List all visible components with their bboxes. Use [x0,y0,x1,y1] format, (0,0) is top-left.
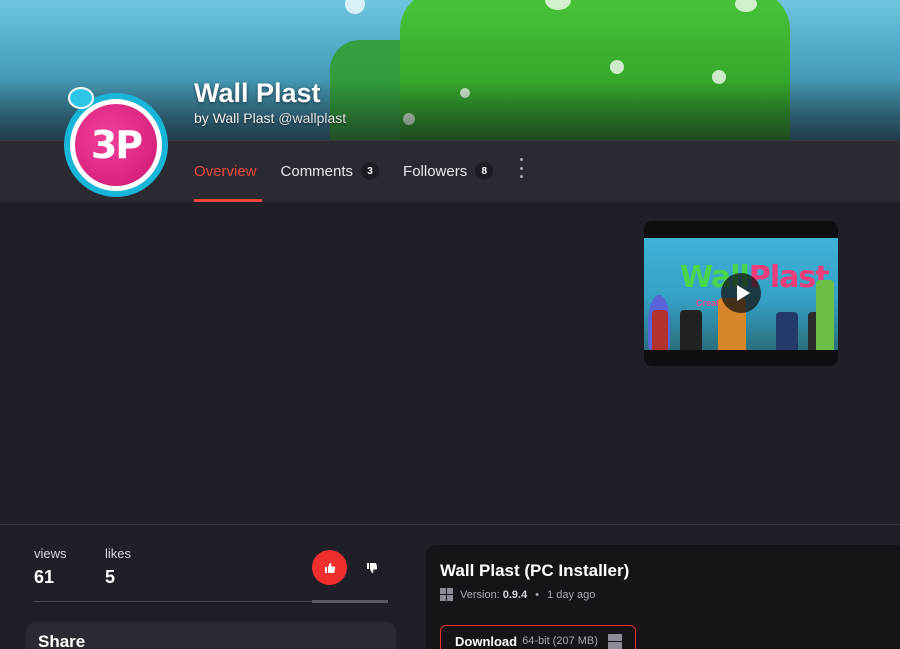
tab-label: Followers [403,162,468,180]
views-stat: views 61 [34,546,67,588]
likes-label: likes [105,546,132,561]
tab-label: Comments [280,162,354,180]
tab-comments[interactable]: Comments 3 [281,140,380,202]
views-count: 61 [34,567,55,587]
version-label: Version: [460,588,500,601]
likes-count: 5 [105,567,116,587]
version-value: 0.9.4 [502,588,528,601]
followers-count-badge: 8 [475,162,494,180]
play-icon[interactable] [721,273,761,313]
download-label: Download [455,633,518,649]
likes-stat: likes 5 [105,546,131,588]
download-button[interactable]: Download 64-bit (207 MB) [440,625,636,649]
stats-underline [34,601,312,602]
comments-count-badge: 3 [361,162,380,180]
tab-label: Overview [194,162,257,180]
mascot-icon [68,87,94,109]
file-title: Wall Plast (PC Installer) [440,561,630,580]
project-title: Wall Plast [194,78,321,108]
tab-overview[interactable]: Overview [194,140,261,202]
project-byline: by Wall Plast @wallplast [194,110,346,126]
like-ratio-bar [312,600,388,603]
video-thumbnail[interactable]: WallPlast Creat play [644,221,838,366]
project-tabs: Overview Comments 3 Followers 8 [194,140,517,202]
author-link[interactable]: Wall Plast [213,110,275,126]
tab-followers[interactable]: Followers 8 [403,140,494,202]
file-meta: Version: 0.9.4 • 1 day ago [440,588,595,601]
windows-icon [607,633,622,649]
views-label: views [34,546,67,561]
section-divider [0,524,900,525]
by-prefix: by [194,110,209,126]
thumbs-down-icon [366,562,377,573]
file-card: Wall Plast (PC Installer) Version: 0.9.4… [426,545,900,649]
windows-icon [440,588,453,601]
share-heading: Share [38,632,86,649]
avatar-logo-text: 3P [75,104,157,186]
download-detail: 64-bit (207 MB) [522,635,598,647]
like-button[interactable] [312,550,347,585]
dislike-button[interactable] [354,550,389,585]
kebab-menu-icon[interactable] [515,158,527,178]
author-handle[interactable]: @wallplast [278,110,346,126]
file-age: 1 day ago [547,588,596,601]
share-panel: Share [26,622,396,649]
thumbs-up-icon [324,562,335,573]
project-avatar[interactable]: 3P [64,87,168,197]
